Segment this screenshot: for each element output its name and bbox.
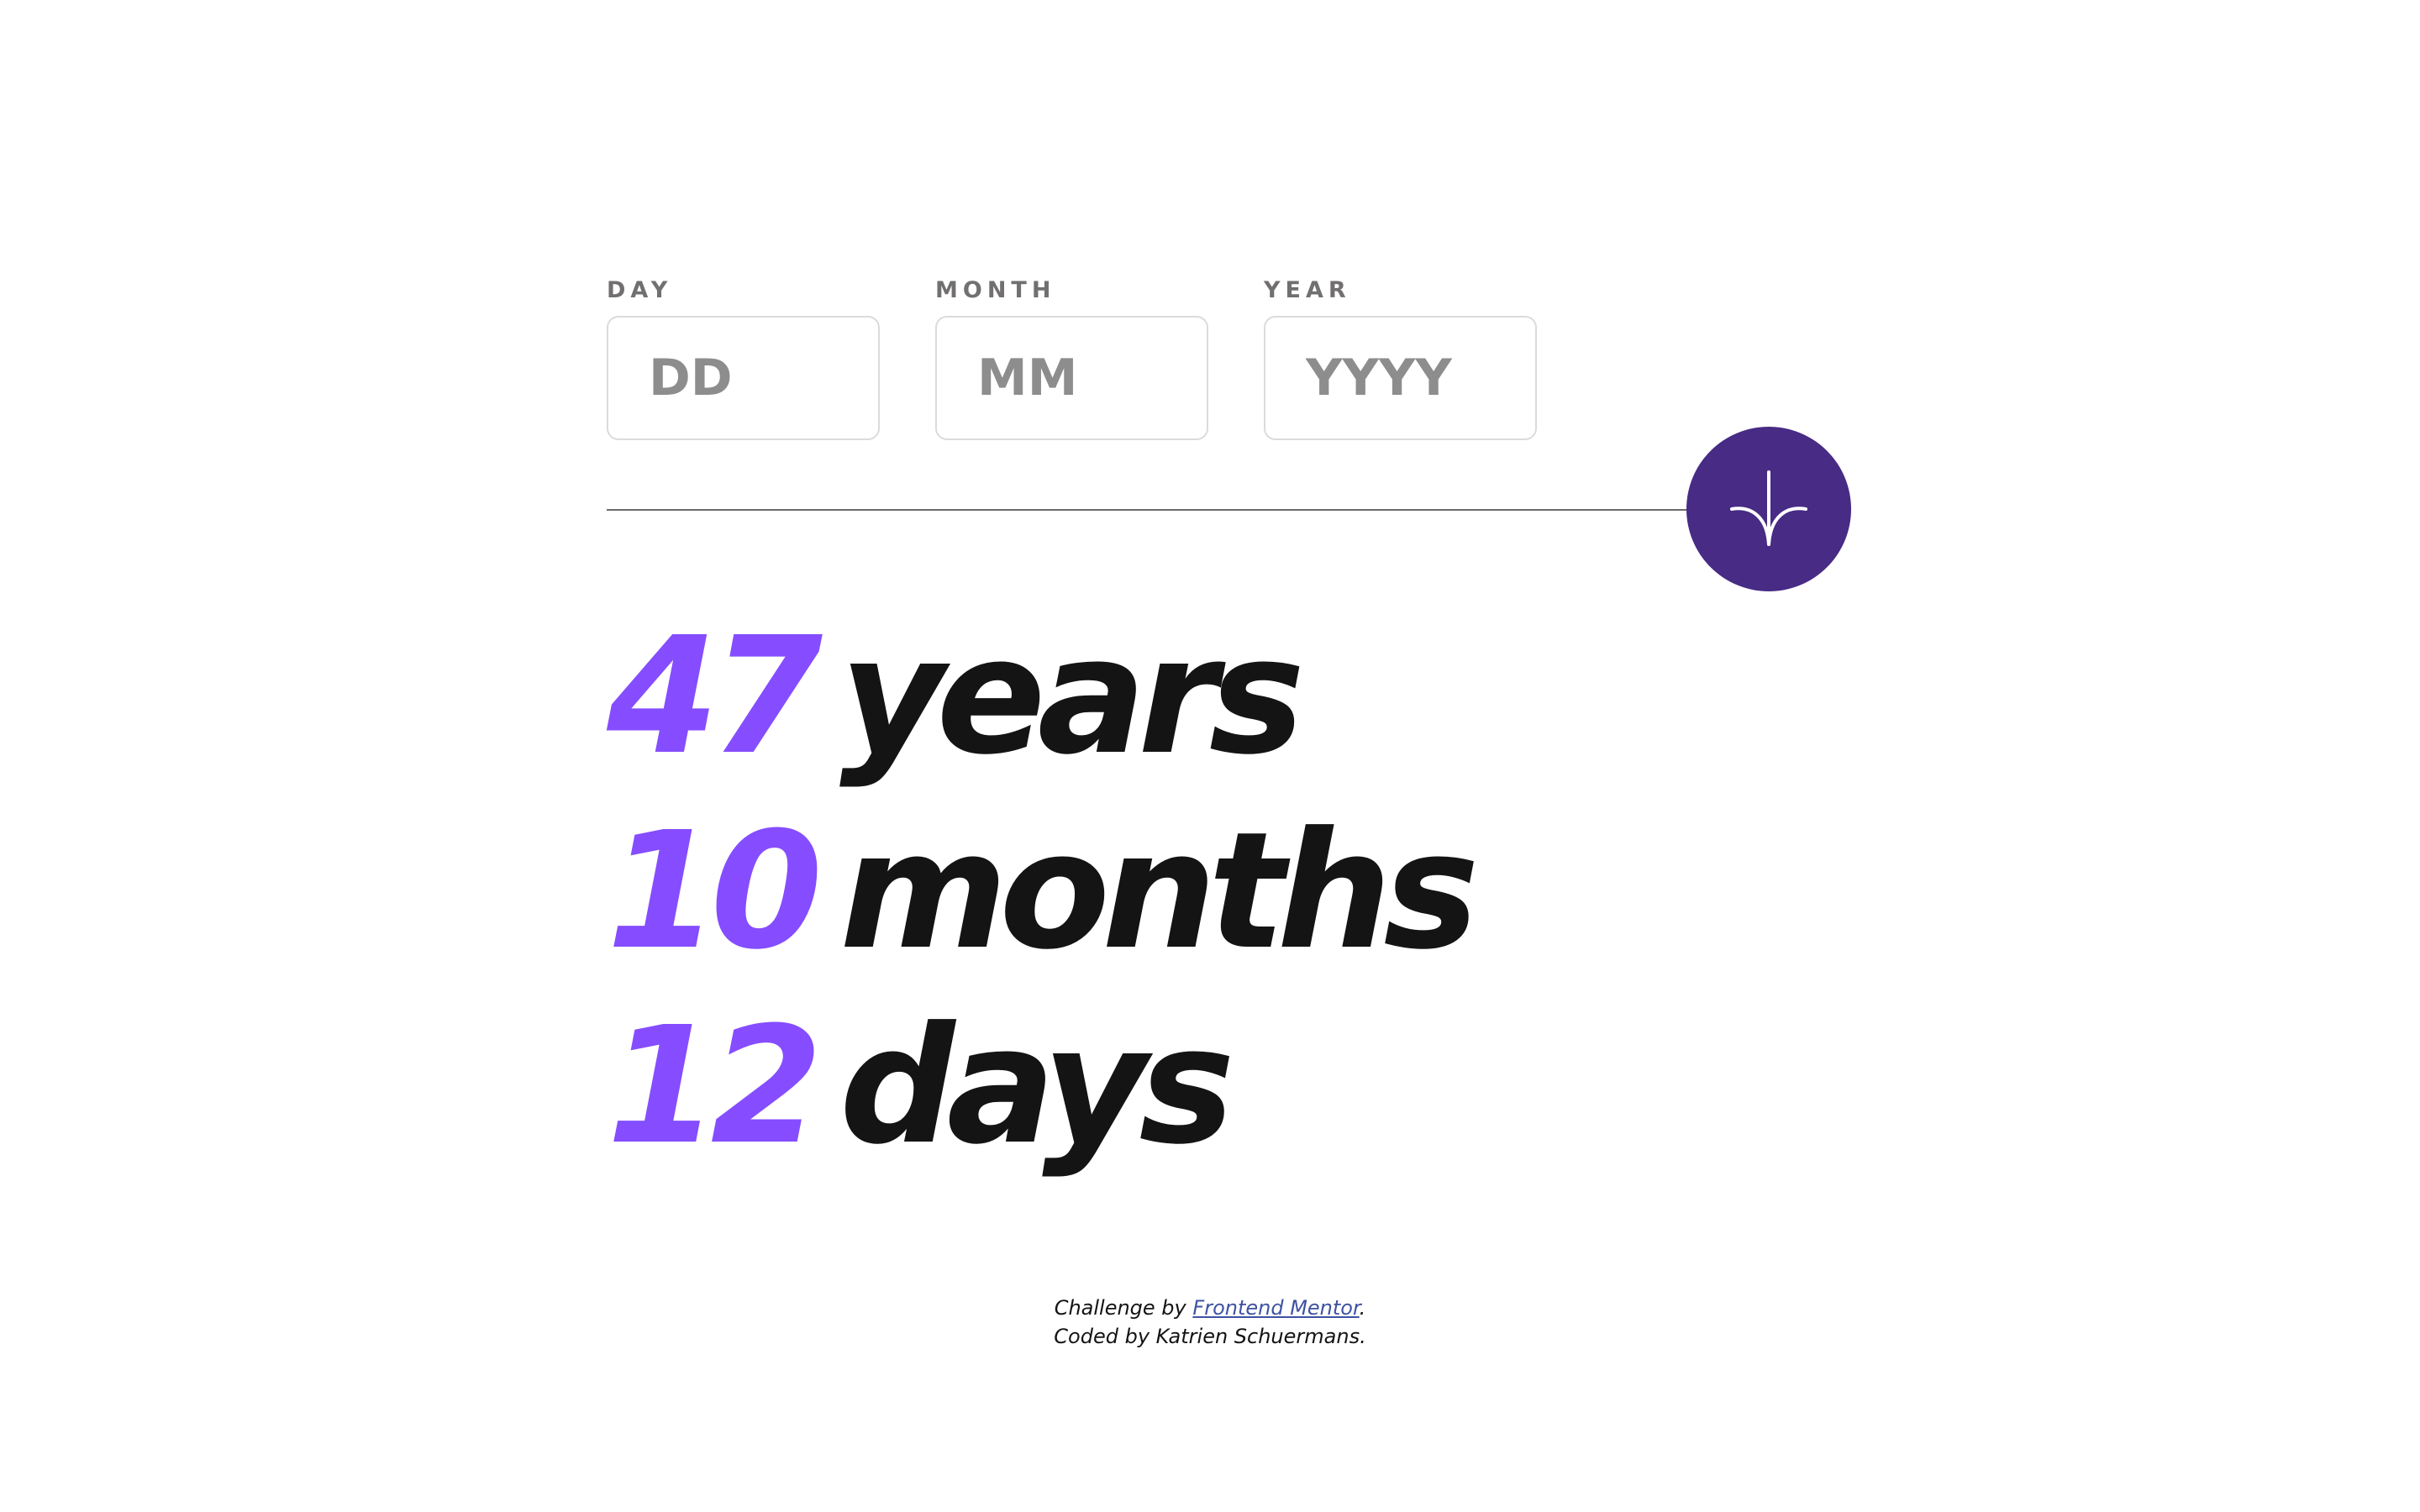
years-result: 47 years: [607, 600, 1849, 795]
day-field: DAY: [607, 270, 880, 440]
year-field: YEAR: [1264, 270, 1537, 440]
submit-row: [607, 427, 1851, 591]
attribution: Challenge by Frontend Mentor. Coded by K…: [0, 1294, 2420, 1351]
month-input[interactable]: [935, 316, 1208, 440]
day-input[interactable]: [607, 316, 880, 440]
coded-by-line: Coded by Katrien Schuermans.: [1054, 1325, 1366, 1348]
day-label: DAY: [607, 277, 673, 303]
submit-button[interactable]: [1686, 427, 1851, 591]
months-result: 10 months: [607, 795, 1849, 990]
year-input[interactable]: [1264, 316, 1537, 440]
frontend-mentor-link[interactable]: Frontend Mentor: [1192, 1296, 1359, 1320]
years-value: 47: [607, 603, 823, 790]
month-field: MONTH: [935, 270, 1208, 440]
days-value: 12: [607, 993, 823, 1180]
challenge-period: .: [1359, 1296, 1366, 1320]
challenge-prefix: Challenge by: [1054, 1296, 1186, 1320]
date-form: DAY MONTH YEAR: [607, 270, 1849, 440]
days-unit: days: [839, 993, 1235, 1180]
years-unit: years: [839, 603, 1305, 790]
days-result: 12 days: [607, 990, 1849, 1184]
months-unit: months: [839, 798, 1479, 985]
year-label: YEAR: [1264, 277, 1351, 303]
arrow-down-icon: [1730, 470, 1807, 546]
age-calculator-card: DAY MONTH YEAR 47years 10months 12days: [607, 270, 1851, 1184]
months-value: 10: [607, 798, 823, 985]
challenge-line: Challenge by Frontend Mentor.: [0, 1294, 2420, 1322]
month-label: MONTH: [935, 277, 1056, 303]
divider-line: [607, 509, 1699, 511]
results: 47 years 10 months 12 days: [607, 600, 1849, 1184]
